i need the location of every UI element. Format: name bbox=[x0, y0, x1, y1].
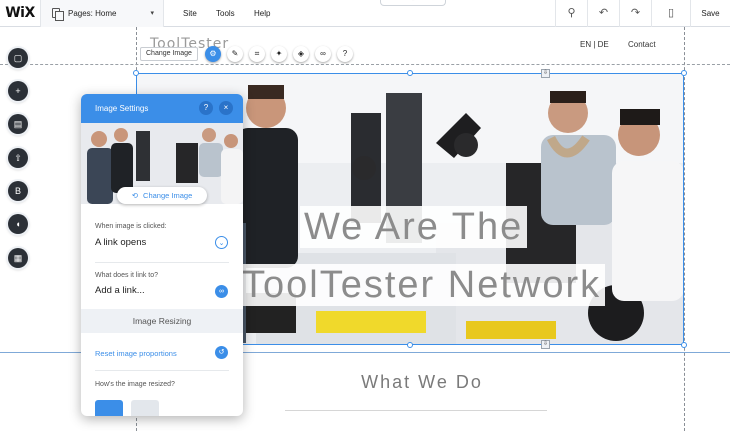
menu-tools[interactable]: Tools bbox=[216, 0, 235, 27]
mobile-icon[interactable]: ▯ bbox=[651, 0, 690, 27]
resize-option-fill[interactable] bbox=[95, 400, 123, 416]
resize-handle-bottom-right[interactable] bbox=[681, 342, 687, 348]
anchor-icon[interactable]: ⇩ bbox=[541, 69, 550, 78]
resize-handle-bottom[interactable] bbox=[407, 342, 413, 348]
rail-background-button[interactable]: ▢ bbox=[8, 48, 28, 68]
redo-icon[interactable]: ↷ bbox=[619, 0, 651, 27]
resize-handle-top-left[interactable] bbox=[133, 70, 139, 76]
link-icon[interactable]: ∞ bbox=[215, 285, 228, 298]
zoom-icon[interactable]: ⚲ bbox=[555, 0, 587, 27]
panel-change-image-label: Change Image bbox=[143, 191, 193, 200]
section-title[interactable]: What We Do bbox=[290, 372, 554, 393]
panel-change-image-button[interactable]: ⟲ Change Image bbox=[117, 187, 207, 204]
reset-icon[interactable]: ↺ bbox=[215, 346, 228, 359]
add-link-field[interactable]: Add a link... bbox=[95, 285, 145, 296]
rail-add-button[interactable]: + bbox=[8, 81, 28, 101]
resize-handle-top-right[interactable] bbox=[681, 70, 687, 76]
crop-icon[interactable]: ⌗ bbox=[249, 46, 265, 62]
filters-icon[interactable]: ✦ bbox=[271, 46, 287, 62]
image-settings-panel: Image Settings ? × ⟲ Change Image When im… bbox=[81, 94, 243, 416]
rail-upload-button[interactable]: ⇧ bbox=[8, 148, 28, 168]
how-resized-label: How's the image resized? bbox=[95, 381, 175, 388]
save-button[interactable]: Save bbox=[690, 0, 730, 27]
rail-blog-button[interactable]: B bbox=[8, 181, 28, 201]
panel-header[interactable]: Image Settings ? × bbox=[81, 94, 243, 123]
section-divider bbox=[285, 410, 547, 411]
panel-divider bbox=[95, 262, 229, 263]
panel-title: Image Settings bbox=[95, 104, 149, 113]
collapse-toolbar-handle[interactable]: ⌃ bbox=[380, 0, 446, 6]
right-gridline bbox=[684, 27, 685, 431]
rail-app-market-button[interactable]: ▤ bbox=[8, 114, 28, 134]
chevron-down-icon[interactable]: ⌄ bbox=[215, 236, 228, 249]
panel-divider bbox=[95, 370, 229, 371]
menu-site[interactable]: Site bbox=[183, 0, 197, 27]
rail-chat-button[interactable]: ◖ bbox=[8, 214, 28, 234]
change-image-tag[interactable]: Change Image bbox=[140, 47, 198, 61]
help-icon[interactable]: ? bbox=[199, 101, 213, 115]
refresh-icon: ⟲ bbox=[131, 191, 139, 200]
image-resizing-header: Image Resizing bbox=[81, 309, 243, 333]
rail-bookings-button[interactable]: ▦ bbox=[8, 248, 28, 268]
reset-proportions-link[interactable]: Reset image proportions bbox=[95, 349, 177, 358]
chevron-down-icon: ▾ bbox=[150, 10, 154, 17]
settings-gear-icon[interactable]: ⚙ bbox=[205, 46, 221, 62]
resize-handle-top[interactable] bbox=[407, 70, 413, 76]
resize-option-fit[interactable] bbox=[131, 400, 159, 416]
wix-logo[interactable]: WiX bbox=[0, 0, 40, 27]
pages-dropdown-label: Pages: Home bbox=[68, 9, 117, 18]
language-switcher[interactable]: EN | DE bbox=[580, 40, 609, 49]
animation-icon[interactable]: ◈ bbox=[293, 46, 309, 62]
pages-dropdown[interactable]: Pages: Home ▾ bbox=[40, 0, 164, 27]
help-icon[interactable]: ? bbox=[337, 46, 353, 62]
pages-icon bbox=[52, 8, 64, 21]
editor-top-bar: WiX Pages: Home ▾ Site Tools Help ⚲ ↶ ↷ … bbox=[0, 0, 730, 27]
anchor-bottom-icon[interactable]: ⇩ bbox=[541, 340, 550, 349]
hero-title-line2[interactable]: ToolTester Network bbox=[238, 264, 606, 306]
menu-help[interactable]: Help bbox=[254, 0, 270, 27]
hero-title-line1[interactable]: We Are The bbox=[300, 206, 528, 248]
close-icon[interactable]: × bbox=[219, 101, 233, 115]
header-bottom-guide bbox=[0, 64, 730, 65]
pencil-icon[interactable]: ✎ bbox=[227, 46, 243, 62]
contact-link[interactable]: Contact bbox=[628, 40, 656, 49]
undo-icon[interactable]: ↶ bbox=[587, 0, 619, 27]
when-clicked-value[interactable]: A link opens bbox=[95, 237, 146, 248]
when-clicked-label: When image is clicked: bbox=[95, 223, 167, 230]
link-to-label: What does it link to? bbox=[95, 272, 159, 279]
link-icon[interactable]: ∞ bbox=[315, 46, 331, 62]
